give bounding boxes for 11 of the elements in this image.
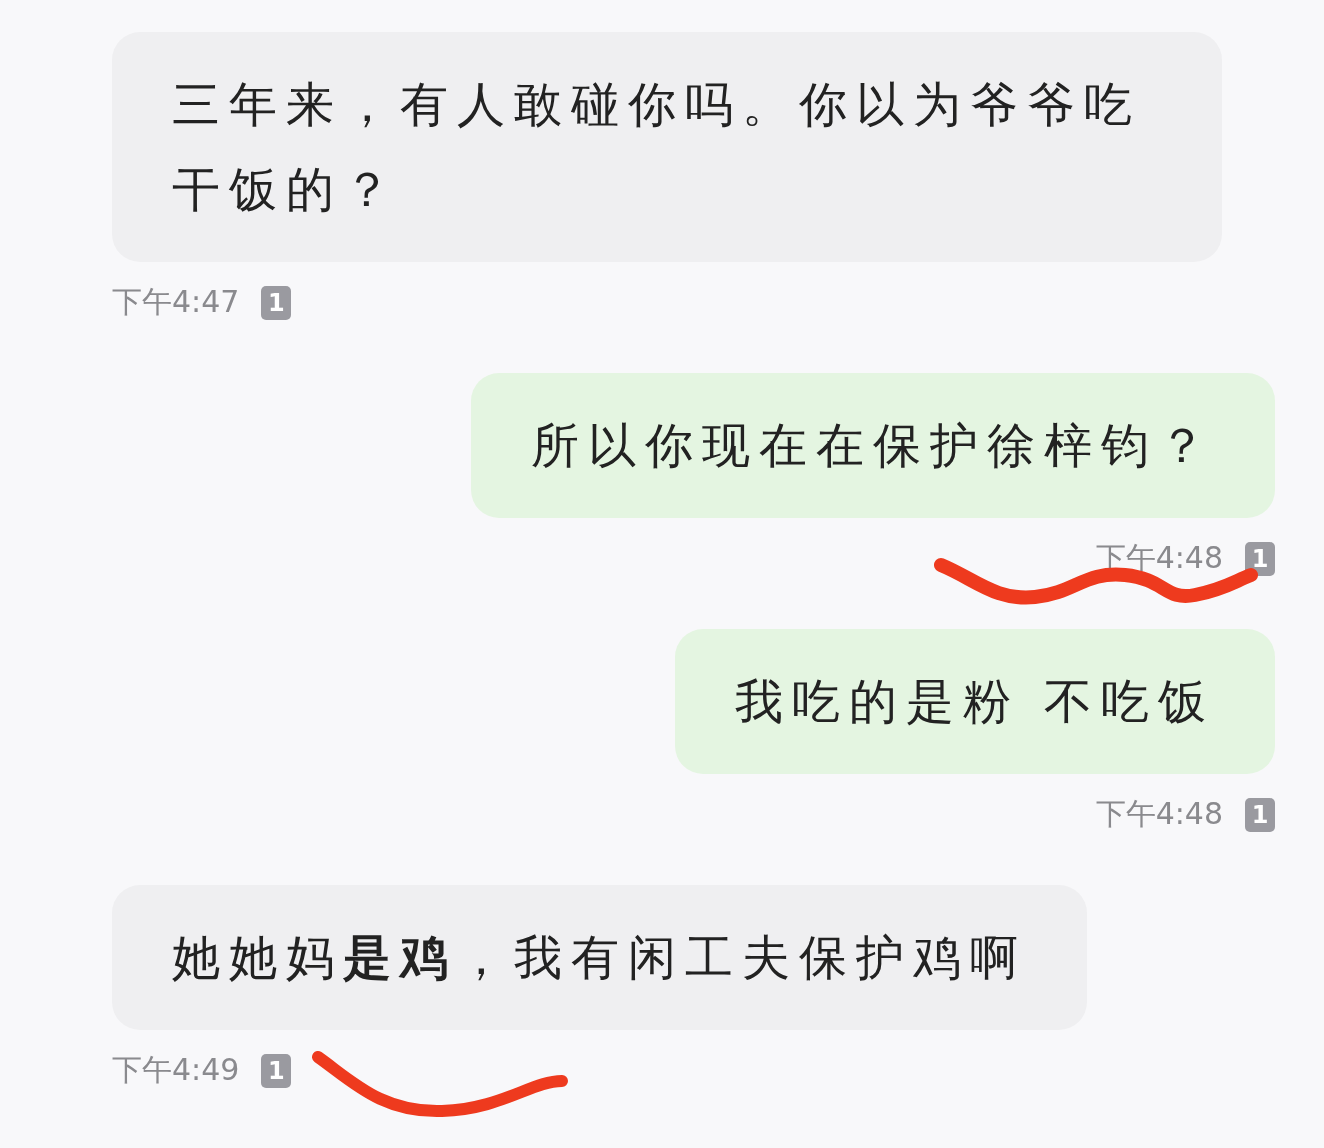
sent-message: 所以你现在在保护徐梓钧？ — [471, 373, 1275, 518]
read-count: 1 — [261, 1053, 292, 1088]
message-time: 下午4:49 — [112, 1051, 240, 1089]
received-message: 她她妈是鸡，我有闲工夫保护鸡啊 — [112, 885, 1087, 1030]
read-count: 1 — [1245, 541, 1275, 576]
read-count: 1 — [261, 285, 292, 320]
received-message: 三年来，有人敢碰你吗。你以为爷爷吃干饭的？ — [112, 32, 1222, 262]
message-time: 下午4:47 — [112, 283, 240, 321]
sent-message: 我吃的是粉 不吃饭 — [674, 629, 1275, 774]
message-time: 下午4:48 — [1095, 795, 1223, 833]
read-count: 1 — [1245, 797, 1275, 832]
